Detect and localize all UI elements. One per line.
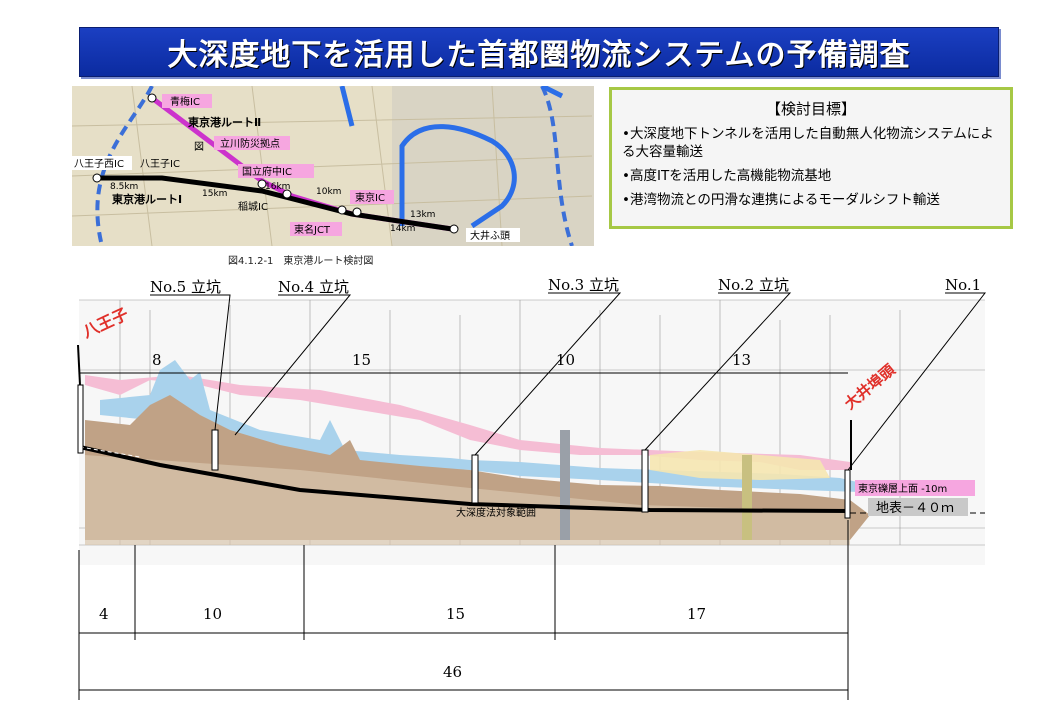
map-label-km10: 10km <box>316 187 341 197</box>
route-map: 青梅IC 東京港ルートⅡ 立川防災拠点 図 八王子西IC 八王子IC 国立府中I… <box>72 86 594 246</box>
shaft-label-2: No.2 立坑 <box>718 276 789 294</box>
top-segment-4: 13 <box>732 351 751 369</box>
goal-item-1: •大深度地下トンネルを活用した自動無人化物流システムによる大容量輸送 <box>622 126 994 160</box>
top-segment-1: 8 <box>152 351 162 369</box>
bottom-segment-2: 10 <box>203 605 222 623</box>
map-label-km13: 13km <box>410 210 435 220</box>
map-label-route2: 東京港ルートⅡ <box>188 115 261 129</box>
map-label-zu: 図 <box>194 141 204 153</box>
map-label-km15: 15km <box>202 189 227 199</box>
map-label-kokuritsu-text: 国立府中IC <box>242 165 292 178</box>
map-label-km14: 14km <box>390 224 415 234</box>
top-segment-3: 10 <box>556 351 575 369</box>
bottom-segment-1: 4 <box>99 605 109 623</box>
shaft-label-4: No.4 立坑 <box>278 278 349 296</box>
map-label-oi: 大井ふ頭 <box>470 229 510 242</box>
goal-item-2: •高度ITを活用した高機能物流基地 <box>622 168 832 184</box>
bottom-segment-3: 15 <box>446 605 465 623</box>
shaft-label-3: No.3 立坑 <box>548 276 619 294</box>
total-length: 46 <box>443 663 462 681</box>
map-label-route1: 東京港ルートⅠ <box>112 192 182 206</box>
goal-title: 【検討目標】 <box>765 100 856 118</box>
map-label-tachikawa: 立川防災拠点 <box>220 137 280 150</box>
route-map-svg: 青梅IC 東京港ルートⅡ 立川防災拠点 図 八王子西IC 八王子IC 国立府中I… <box>72 86 594 246</box>
map-label-km85: 8.5km <box>110 182 138 192</box>
map-caption: 図4.1.2-1 東京港ルート検討図 <box>228 256 374 267</box>
map-label-oume: 青梅IC <box>170 95 200 108</box>
surface-label: 地表－４０ｍ <box>876 501 954 516</box>
map-label-inagi: 稲城IC <box>238 201 268 213</box>
gravel-label: 東京礫層上面 -10m <box>858 482 947 495</box>
shaft-label-5: No.5 立坑 <box>150 278 221 296</box>
range-label: 大深度法対象範囲 <box>456 506 536 519</box>
map-label-tomei: 東名JCT <box>294 223 331 236</box>
page-title: 大深度地下を活用した首都圏物流システムの予備調査 <box>167 38 911 73</box>
map-label-km16: 16km <box>265 182 290 192</box>
bottom-segment-4: 17 <box>687 605 706 623</box>
page-title-bar: 大深度地下を活用した首都圏物流システムの予備調査 <box>79 27 999 77</box>
map-label-hachioji-ic: 八王子IC <box>140 158 180 170</box>
map-label-tokyo-ic: 東京IC <box>355 191 385 204</box>
top-segment-2: 15 <box>352 351 371 369</box>
geological-profile: No.5 立坑 No.4 立坑 No.3 立坑 No.2 立坑 No.1 八王子… <box>77 276 987 700</box>
goal-item-3: •港湾物流との円滑な連携によるモーダルシフト輸送 <box>622 192 940 208</box>
shaft-label-1: No.1 <box>945 276 981 294</box>
goal-box: 【検討目標】 •大深度地下トンネルを活用した自動無人化物流システムによる大容量輸… <box>609 87 1013 229</box>
map-label-hachioji-nishi: 八王子西IC <box>74 158 124 170</box>
